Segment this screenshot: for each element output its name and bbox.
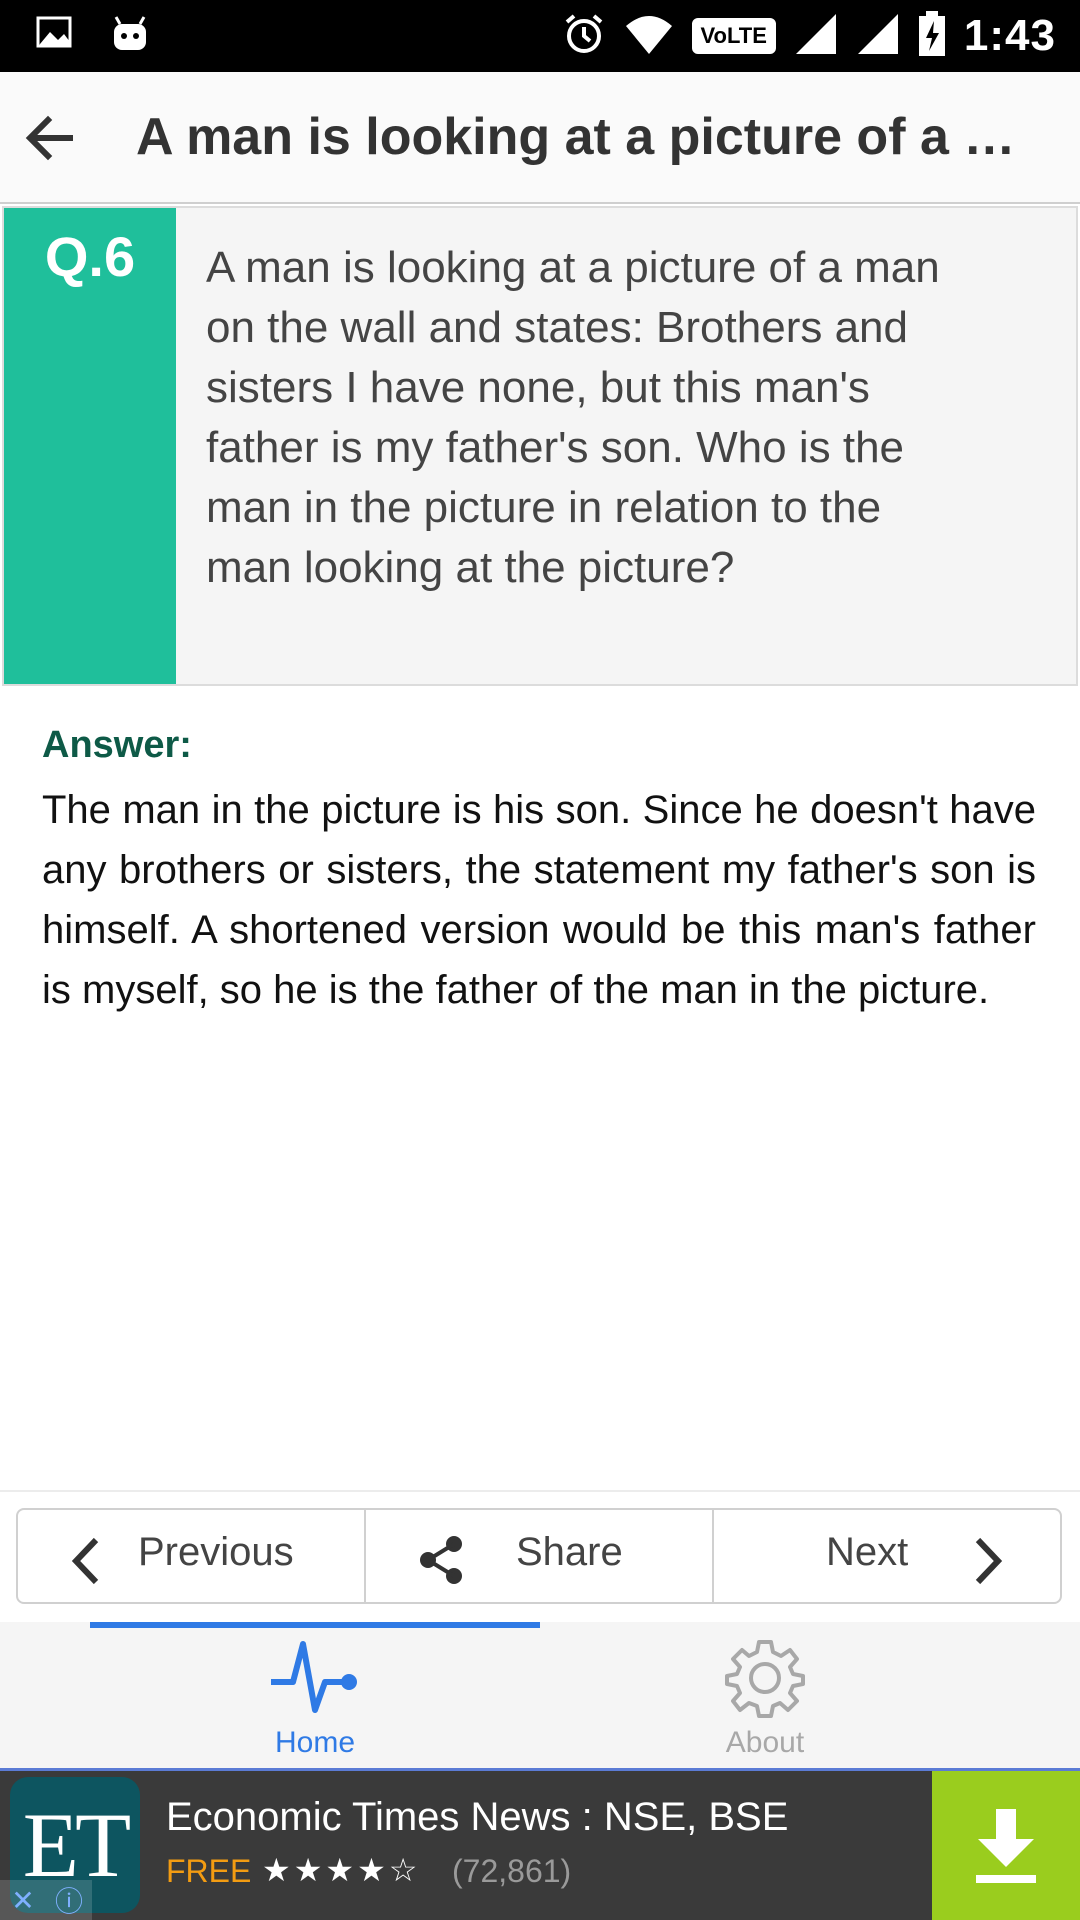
ad-info-icon[interactable]: ⓘ bbox=[46, 1880, 92, 1920]
chevron-right-icon bbox=[975, 1537, 1003, 1585]
ad-download-button[interactable] bbox=[932, 1771, 1080, 1920]
next-button[interactable]: Next bbox=[712, 1510, 1060, 1602]
download-icon bbox=[976, 1809, 1036, 1883]
question-card: Q.6 A man is looking at a picture of a m… bbox=[2, 206, 1078, 686]
bottom-tab-bar: Home About bbox=[0, 1622, 1080, 1768]
tab-about-label: About bbox=[725, 1726, 805, 1759]
clock: 1:43 bbox=[963, 11, 1056, 60]
volte-badge: VoLTE bbox=[691, 18, 776, 54]
ad-close-icon[interactable]: ✕ bbox=[0, 1880, 46, 1920]
share-button[interactable]: Share bbox=[364, 1510, 712, 1602]
android-icon bbox=[110, 14, 150, 59]
page-title: A man is looking at a picture of a man o… bbox=[136, 108, 1036, 166]
question-number-badge: Q.6 bbox=[4, 208, 176, 684]
ad-banner[interactable]: ET Economic Times News : NSE, BSE FREE ★… bbox=[0, 1768, 1080, 1920]
previous-label: Previous bbox=[138, 1530, 294, 1574]
question-number: Q.6 bbox=[44, 225, 136, 288]
ad-price: FREE bbox=[166, 1853, 252, 1889]
signal-icon bbox=[794, 12, 838, 61]
answer-label: Answer: bbox=[42, 724, 192, 766]
back-button[interactable] bbox=[18, 106, 82, 170]
ad-controls: ✕ ⓘ bbox=[0, 1880, 92, 1920]
gallery-icon bbox=[36, 14, 72, 59]
previous-button[interactable]: Previous bbox=[18, 1510, 364, 1602]
ad-rating-stars: ★★★★☆ bbox=[262, 1852, 421, 1888]
pulse-icon bbox=[271, 1641, 357, 1713]
battery-charging-icon bbox=[918, 10, 946, 62]
wifi-icon bbox=[624, 12, 674, 61]
chevron-left-icon bbox=[71, 1537, 99, 1585]
answer-text: The man in the picture is his son. Since… bbox=[42, 788, 1036, 1012]
tab-about[interactable]: About bbox=[495, 1622, 1035, 1768]
ad-rating-count: (72,861) bbox=[452, 1853, 572, 1889]
signal-icon bbox=[856, 12, 900, 61]
next-label: Next bbox=[826, 1530, 909, 1574]
ad-title[interactable]: Economic Times News : NSE, BSE bbox=[166, 1795, 788, 1840]
app-bar: A man is looking at a picture of a man o… bbox=[0, 72, 1080, 204]
alarm-icon bbox=[562, 12, 606, 61]
nav-button-group: Previous Share Next bbox=[16, 1508, 1062, 1604]
nav-area: Previous Share Next bbox=[0, 1490, 1080, 1624]
share-label: Share bbox=[516, 1530, 623, 1574]
gear-icon bbox=[725, 1640, 805, 1718]
arrow-back-icon bbox=[25, 115, 73, 161]
status-bar: VoLTE 1:43 bbox=[0, 0, 1080, 72]
question-text: A man is looking at a picture of a man o… bbox=[206, 243, 940, 592]
share-icon bbox=[420, 1536, 462, 1584]
